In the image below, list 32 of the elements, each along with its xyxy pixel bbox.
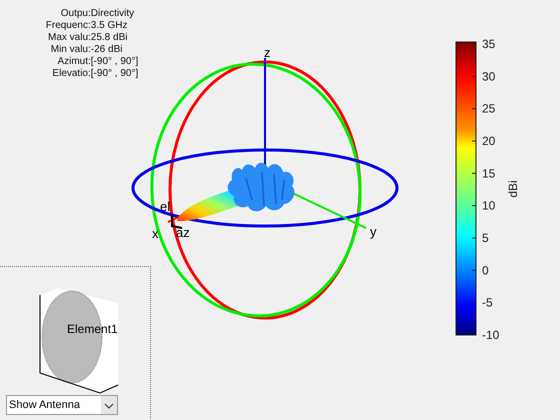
info-value: :Directivity <box>88 8 136 20</box>
z-axis-label: z <box>264 45 270 60</box>
info-value: :[-90° , 90°] <box>88 56 138 68</box>
colorbar-tick-label: 5 <box>482 231 489 245</box>
colorbar-tick-label: 25 <box>482 102 496 116</box>
colorbar-tick-label: 30 <box>482 69 496 84</box>
antenna-element-label: Element1 <box>67 322 118 336</box>
show-dropdown[interactable]: Show Antenna <box>6 395 118 415</box>
info-value: :[-90° , 90°] <box>88 68 138 80</box>
info-label: Max valu <box>46 32 88 44</box>
colorbar-tick-label: 0 <box>482 263 489 278</box>
colorbar-tick-label: -5 <box>482 296 493 310</box>
colorbar-label: dBi <box>506 180 520 198</box>
info-label: Outpu <box>60 8 88 20</box>
info-label: Frequenc <box>44 20 88 32</box>
info-label: Min valu <box>50 44 88 56</box>
colorbar-tick-label: 10 <box>482 198 496 213</box>
info-value: :-26 dBi <box>88 44 124 56</box>
y-axis-label: y <box>370 224 376 239</box>
colorbar-tick-label: 15 <box>482 166 496 180</box>
origin-axes-icon <box>171 214 182 229</box>
x-axis-label: x <box>152 226 158 241</box>
elevation-label: el <box>160 199 170 214</box>
caret-icon <box>101 396 117 414</box>
colorbar-tick-label: -10 <box>482 328 500 342</box>
info-label: Azimut <box>56 56 88 68</box>
azimuth-label: az <box>176 225 190 240</box>
info-value: :3.5 GHz <box>88 20 128 32</box>
colorbar-tick-label: 20 <box>482 134 496 148</box>
info-label: Elevatio <box>51 68 88 80</box>
info-value: :25.8 dBi <box>88 32 128 44</box>
colorbar-tick-label: 35 <box>482 37 496 51</box>
